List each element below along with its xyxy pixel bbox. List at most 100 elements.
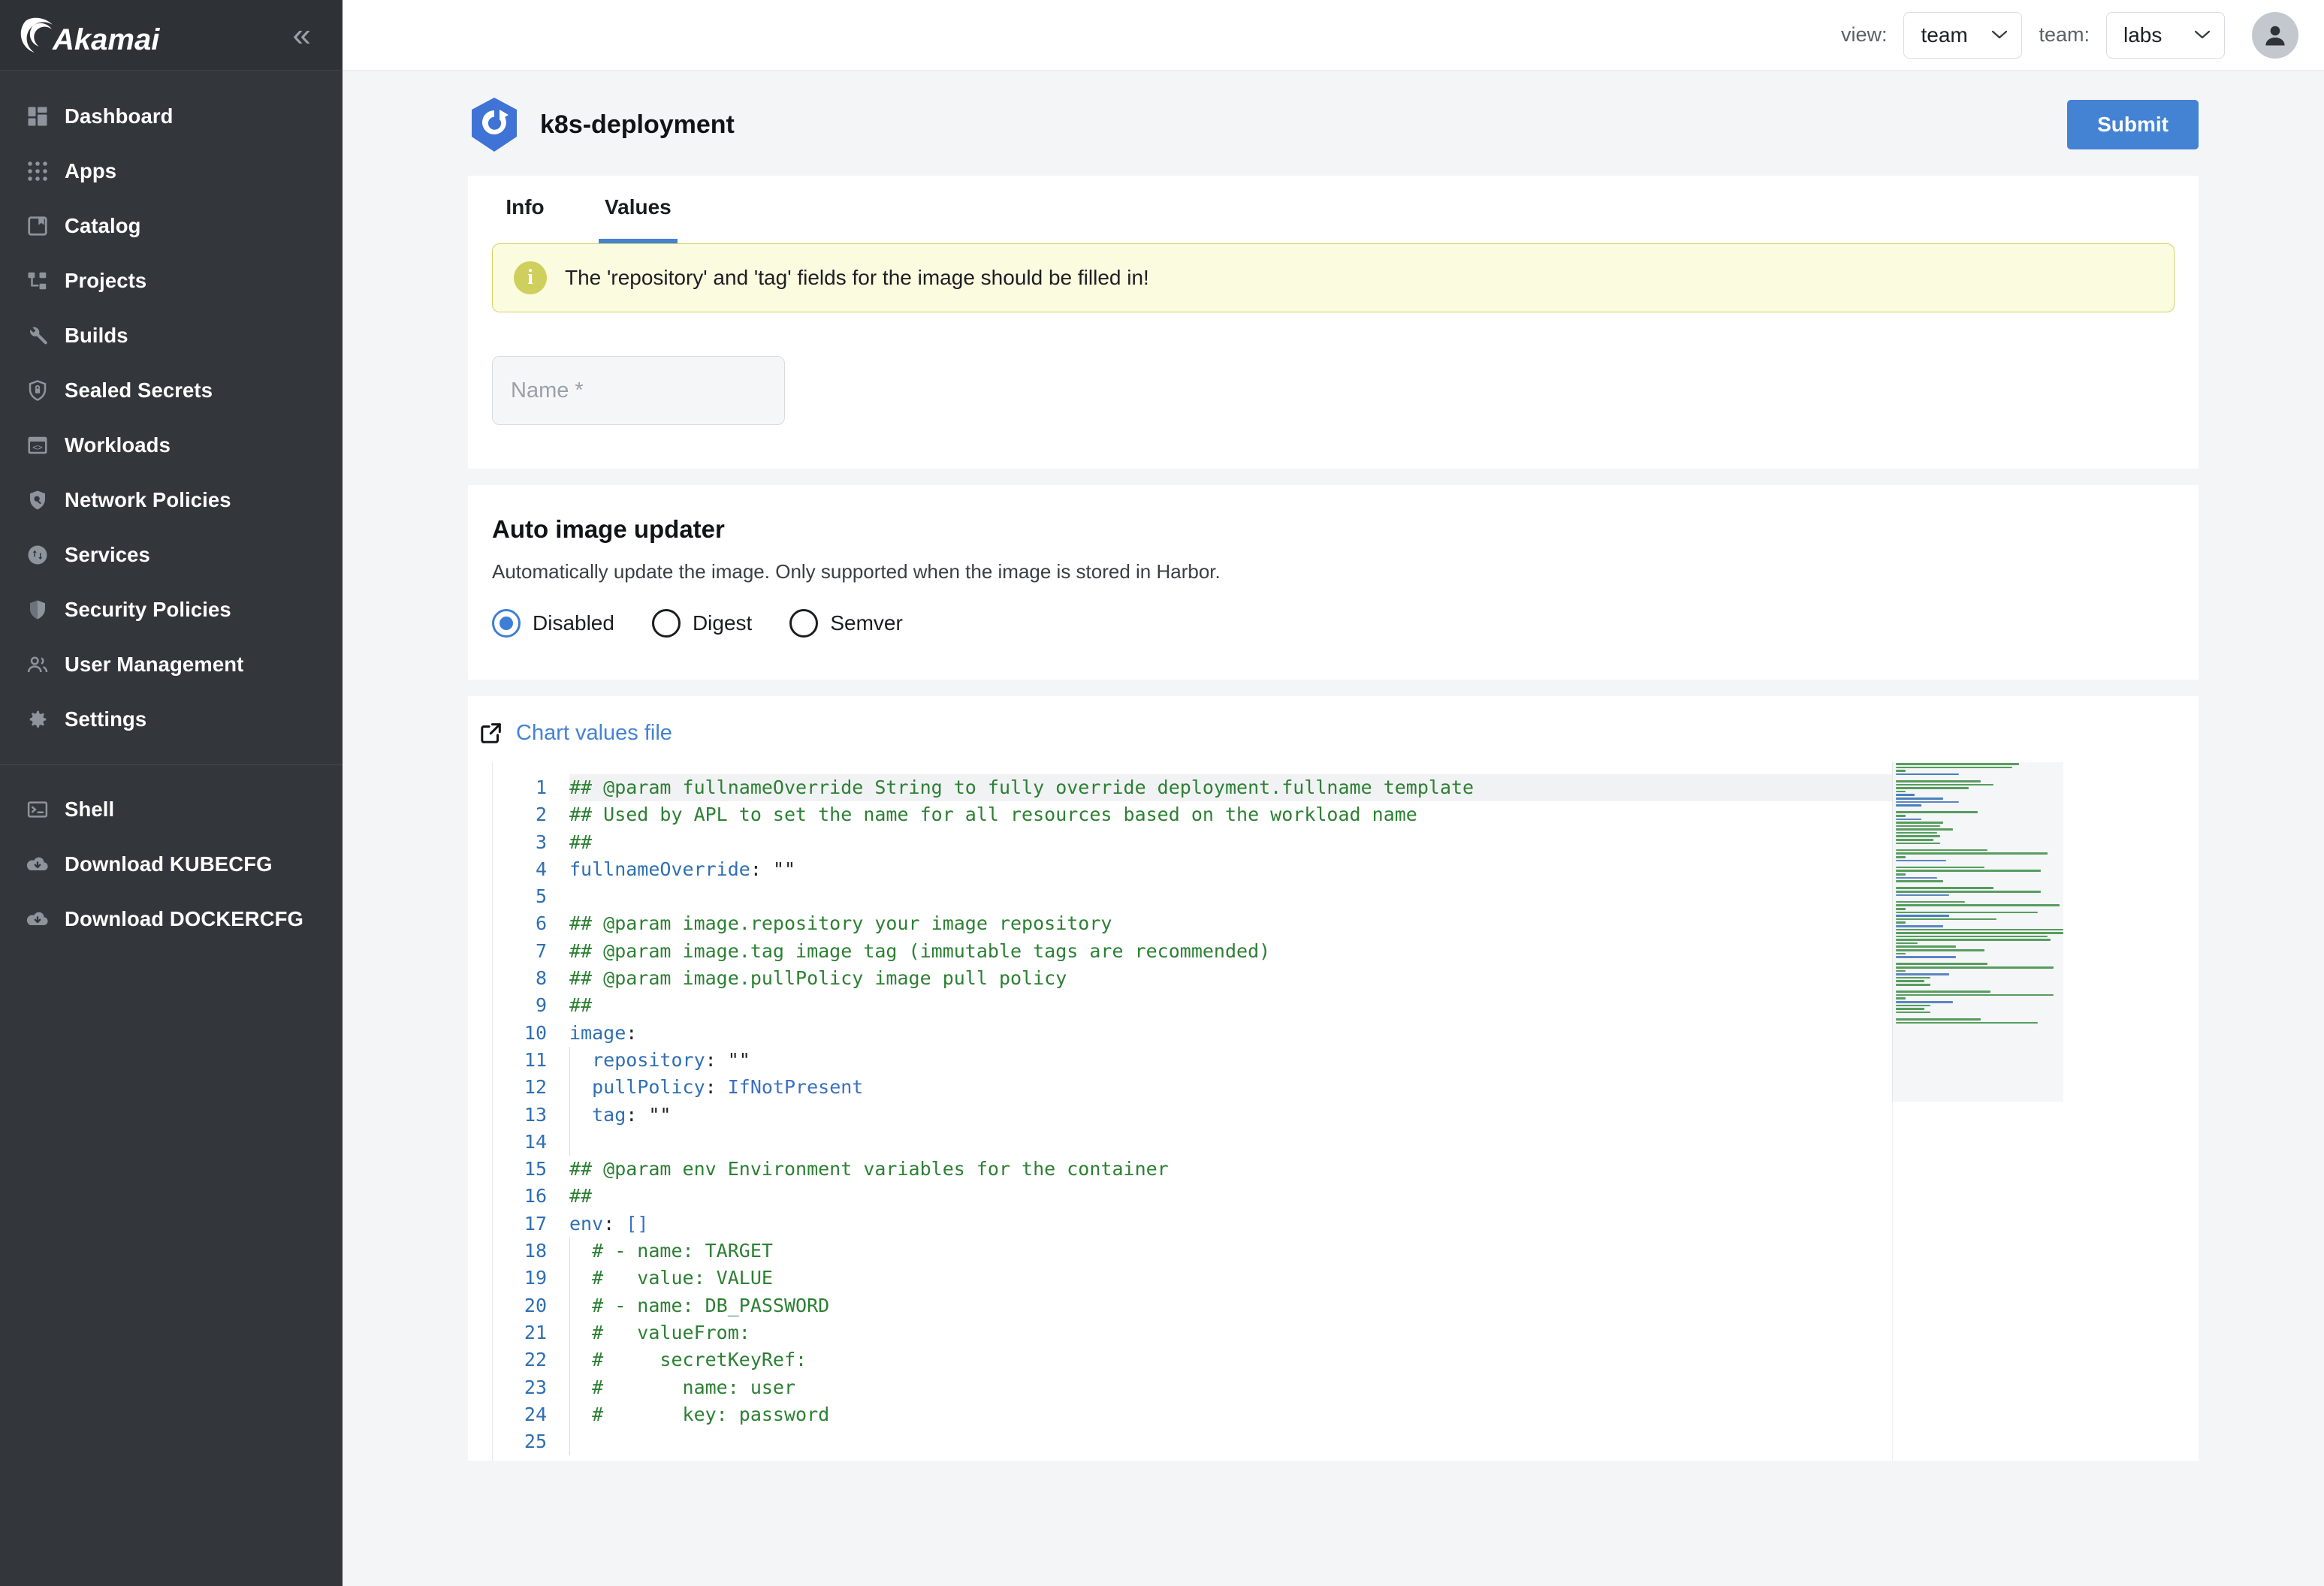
team-select-value: labs [2123, 23, 2163, 47]
yaml-editor[interactable]: 1 2 3 4 5 6 7 8 9 10 11 12 13 14 15 16 17 18 19 20 21 22 23 24 2… [492, 762, 2199, 1461]
editor-line-number: 19 [524, 1267, 547, 1289]
team-label: team: [2039, 23, 2090, 46]
minimap-bar [1896, 966, 2054, 969]
sidebar-item-label: Network Policies [65, 487, 231, 511]
chart-values-file-link[interactable]: Chart values file [516, 721, 672, 746]
name-input[interactable]: Name * [492, 356, 785, 425]
name-field-row: Name * [468, 312, 2199, 469]
shield-lock-icon [17, 379, 59, 402]
sidebar-item-label: Dashboard [65, 104, 174, 128]
chart-values-card: Chart values file 1 2 3 4 5 6 7 8 9 10 11 12 13 14 15 1… [468, 696, 2199, 1461]
dashboard-icon [17, 105, 59, 128]
minimap-bar [1896, 856, 1906, 858]
minimap-bar [1896, 828, 1953, 831]
minimap-bar [1896, 952, 1906, 955]
svg-text:Akamai: Akamai [52, 23, 160, 56]
radio-option-disabled[interactable]: Disabled [492, 609, 614, 638]
sidebar-item-builds[interactable]: Builds [0, 308, 343, 363]
minimap-bar [1896, 956, 1956, 958]
sidebar-item-security-policies[interactable]: Security Policies [0, 582, 343, 637]
sidebar-item-catalog[interactable]: Catalog [0, 198, 343, 253]
radio-option-digest[interactable]: Digest [651, 609, 752, 638]
editor-line-number: 22 [524, 1349, 547, 1371]
minimap-bar [1896, 763, 2019, 765]
minimap-bar [1896, 870, 2042, 872]
editor-minimap[interactable] [1892, 762, 2063, 1461]
radio-semver[interactable] [789, 609, 819, 638]
sidebar-item-apps[interactable]: Apps [0, 143, 343, 198]
sidebar-item-label: Settings [65, 707, 147, 731]
minimap-bar [1896, 797, 1943, 800]
sidebar-item-user-management[interactable]: User Management [0, 637, 343, 692]
sidebar-item-label: Services [65, 542, 150, 566]
auto-image-updater: Auto image updater Automatically update … [468, 485, 2199, 680]
indent-guide [569, 1047, 570, 1156]
minimap-bar [1896, 849, 1987, 852]
external-link-icon [478, 720, 504, 746]
editor-line-number: 6 [535, 912, 547, 935]
radio-digest[interactable] [651, 609, 681, 638]
sidebar-collapse-icon[interactable]: « [293, 18, 312, 52]
minimap-bar [1896, 842, 1940, 845]
indent-guide [569, 1238, 570, 1456]
akamai-logo[interactable]: Akamai [20, 15, 192, 56]
editor-line-number: 7 [535, 939, 547, 962]
sidebar-item-download-dockercfg[interactable]: Download DOCKERCFG [0, 891, 343, 946]
minimap-bar [1896, 859, 1947, 862]
sidebar-item-download-kubecfg[interactable]: Download KUBECFG [0, 837, 343, 891]
editor-vertical-scrollbar[interactable] [2185, 762, 2199, 1461]
sidebar-item-workloads[interactable]: <> Workloads [0, 418, 343, 472]
editor-line-number: 8 [535, 967, 547, 990]
editor-line-number: 18 [524, 1240, 547, 1262]
minimap-bar [1896, 900, 1966, 903]
sidebar-item-label: Projects [65, 268, 147, 292]
editor-line-number: 17 [524, 1212, 547, 1235]
sidebar: Akamai « Dashboard Apps Catalog Projects… [0, 0, 343, 1586]
sidebar-item-settings[interactable]: Settings [0, 692, 343, 746]
minimap-bar [1896, 876, 1937, 879]
team-select[interactable]: labs [2106, 11, 2225, 59]
svg-text:<>: <> [32, 442, 43, 452]
minimap-bar [1896, 990, 1990, 993]
minimap-bar [1896, 949, 1984, 951]
minimap-bar [1896, 932, 2063, 934]
sidebar-item-label: Apps [65, 158, 117, 182]
sidebar-item-network-policies[interactable]: Network Policies [0, 472, 343, 527]
view-select[interactable]: team [1903, 11, 2023, 59]
minimap-bar [1896, 880, 1943, 882]
minimap-bar [1896, 873, 1906, 876]
radio-label: Semver [830, 611, 903, 635]
sidebar-item-services[interactable]: Services [0, 527, 343, 582]
terminal-icon [17, 798, 59, 821]
sidebar-nav: Dashboard Apps Catalog Projects Builds S… [0, 71, 343, 946]
view-label: view: [1840, 23, 1888, 46]
editor-line-number: 20 [524, 1294, 547, 1316]
radio-disabled[interactable] [492, 609, 521, 638]
tab-values[interactable]: Values [599, 176, 678, 243]
minimap-bar [1896, 945, 1956, 948]
sidebar-item-sealed-secrets[interactable]: Sealed Secrets [0, 363, 343, 418]
minimap-bar [1896, 980, 1924, 982]
tab-bar: Info Values [468, 176, 2199, 243]
tab-info[interactable]: Info [490, 176, 560, 243]
submit-button[interactable]: Submit [2067, 100, 2199, 149]
editor-line-number: 21 [524, 1321, 547, 1343]
sidebar-item-label: Sealed Secrets [65, 378, 213, 402]
minimap-bar [1896, 779, 1981, 782]
sidebar-item-label: Workloads [65, 433, 171, 457]
minimap-bar [1896, 1004, 1931, 1007]
wrench-icon [17, 324, 59, 347]
sidebar-item-projects[interactable]: Projects [0, 253, 343, 308]
sidebar-item-dashboard[interactable]: Dashboard [0, 89, 343, 143]
minimap-bar [1896, 994, 2054, 997]
editor-line-number: 24 [524, 1403, 547, 1425]
avatar[interactable] [2252, 11, 2298, 59]
updater-description: Automatically update the image. Only sup… [492, 560, 1221, 583]
minimap-bar [1896, 1011, 1931, 1014]
radio-option-semver[interactable]: Semver [789, 609, 903, 638]
editor-line-number: 16 [524, 1185, 547, 1208]
editor-line-number: 4 [535, 858, 547, 880]
editor-line-number: 5 [535, 885, 547, 908]
sidebar-item-shell[interactable]: Shell [0, 782, 343, 837]
card-gap-2 [468, 680, 2199, 696]
